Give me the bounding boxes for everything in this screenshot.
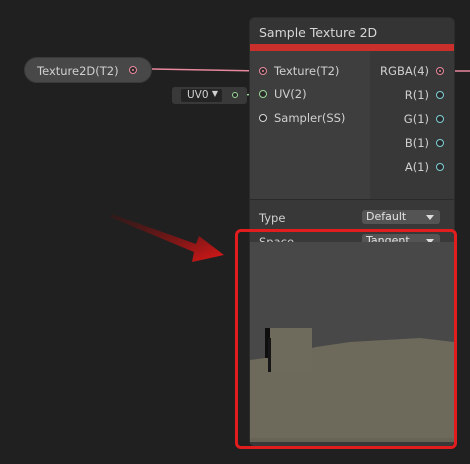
node-title: Sample Texture 2D bbox=[259, 25, 378, 40]
node-accent-bar bbox=[250, 44, 454, 51]
property-output-port[interactable] bbox=[129, 66, 137, 74]
g-output-label: G(1) bbox=[403, 112, 429, 126]
chevron-down-icon: ▼ bbox=[211, 89, 218, 98]
node-header[interactable]: Sample Texture 2D bbox=[250, 18, 454, 44]
rgba-output-port[interactable] bbox=[436, 67, 444, 75]
chevron-down-icon bbox=[426, 215, 434, 220]
uv-input-port[interactable] bbox=[259, 90, 267, 98]
uv-channel-dropdown[interactable]: UV0 ▼ bbox=[181, 89, 222, 102]
uv-channel-node: UV0 ▼ bbox=[172, 87, 247, 104]
uv-input-label: UV(2) bbox=[274, 87, 307, 101]
b-output-label: B(1) bbox=[404, 136, 429, 150]
b-output-port[interactable] bbox=[436, 139, 444, 147]
type-value: Default bbox=[366, 210, 407, 223]
input-ports: Texture(T2) UV(2) Sampler(SS) bbox=[250, 51, 370, 199]
g-output-port[interactable] bbox=[436, 115, 444, 123]
a-output-label: A(1) bbox=[404, 160, 429, 174]
output-ports: RGBA(4) R(1) G(1) B(1) A(1) bbox=[370, 51, 454, 199]
texture-input-label: Texture(T2) bbox=[274, 64, 340, 78]
property-node-label: Texture2D(T2) bbox=[37, 64, 119, 78]
r-output-port[interactable] bbox=[436, 91, 444, 99]
r-output-label: R(1) bbox=[404, 88, 429, 102]
type-label: Type bbox=[259, 211, 286, 225]
texture2d-property-node[interactable]: Texture2D(T2) bbox=[24, 57, 152, 83]
uv-channel-value: UV0 bbox=[187, 89, 209, 101]
sampler-input-label: Sampler(SS) bbox=[274, 111, 346, 125]
rgba-output-label: RGBA(4) bbox=[380, 64, 429, 78]
type-dropdown[interactable]: Default bbox=[362, 210, 440, 224]
preview-highlight-box bbox=[235, 229, 457, 449]
uv-output-port[interactable] bbox=[232, 92, 238, 98]
a-output-port[interactable] bbox=[436, 163, 444, 171]
texture-input-port[interactable] bbox=[259, 67, 267, 75]
node-ports: Texture(T2) UV(2) Sampler(SS) RGBA(4) R(… bbox=[250, 51, 454, 199]
sampler-input-port[interactable] bbox=[259, 114, 267, 122]
